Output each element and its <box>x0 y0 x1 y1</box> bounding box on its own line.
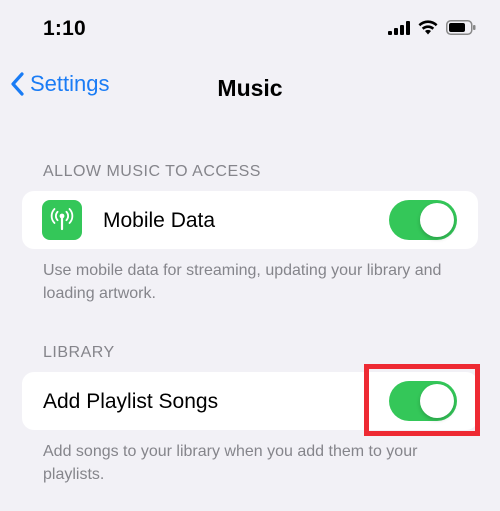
status-bar: 1:10 <box>0 0 500 60</box>
add-playlist-songs-label: Add Playlist Songs <box>43 390 219 413</box>
mobile-data-toggle[interactable] <box>389 200 457 240</box>
add-playlist-songs-footer: Add songs to your library when you add t… <box>43 443 418 483</box>
page-title: Music <box>217 75 283 101</box>
toggle-knob <box>420 203 454 237</box>
mobile-data-label: Mobile Data <box>103 209 216 232</box>
mobile-data-row[interactable]: Mobile Data <box>22 191 478 249</box>
navigation-bar: Settings Music <box>0 66 500 110</box>
antenna-icon <box>42 200 82 240</box>
mobile-data-footer: Use mobile data for streaming, updating … <box>43 262 442 302</box>
add-playlist-songs-row[interactable]: Add Playlist Songs <box>22 372 478 430</box>
toggle-knob <box>420 384 454 418</box>
battery-icon <box>446 20 476 35</box>
cellular-signal-icon <box>388 20 410 35</box>
status-time: 1:10 <box>43 17 86 40</box>
section-header-library: LIBRARY <box>43 344 115 361</box>
add-playlist-songs-toggle[interactable] <box>389 381 457 421</box>
wifi-icon <box>418 20 438 35</box>
section-header-access: ALLOW MUSIC TO ACCESS <box>43 163 261 180</box>
status-icons <box>388 20 476 35</box>
